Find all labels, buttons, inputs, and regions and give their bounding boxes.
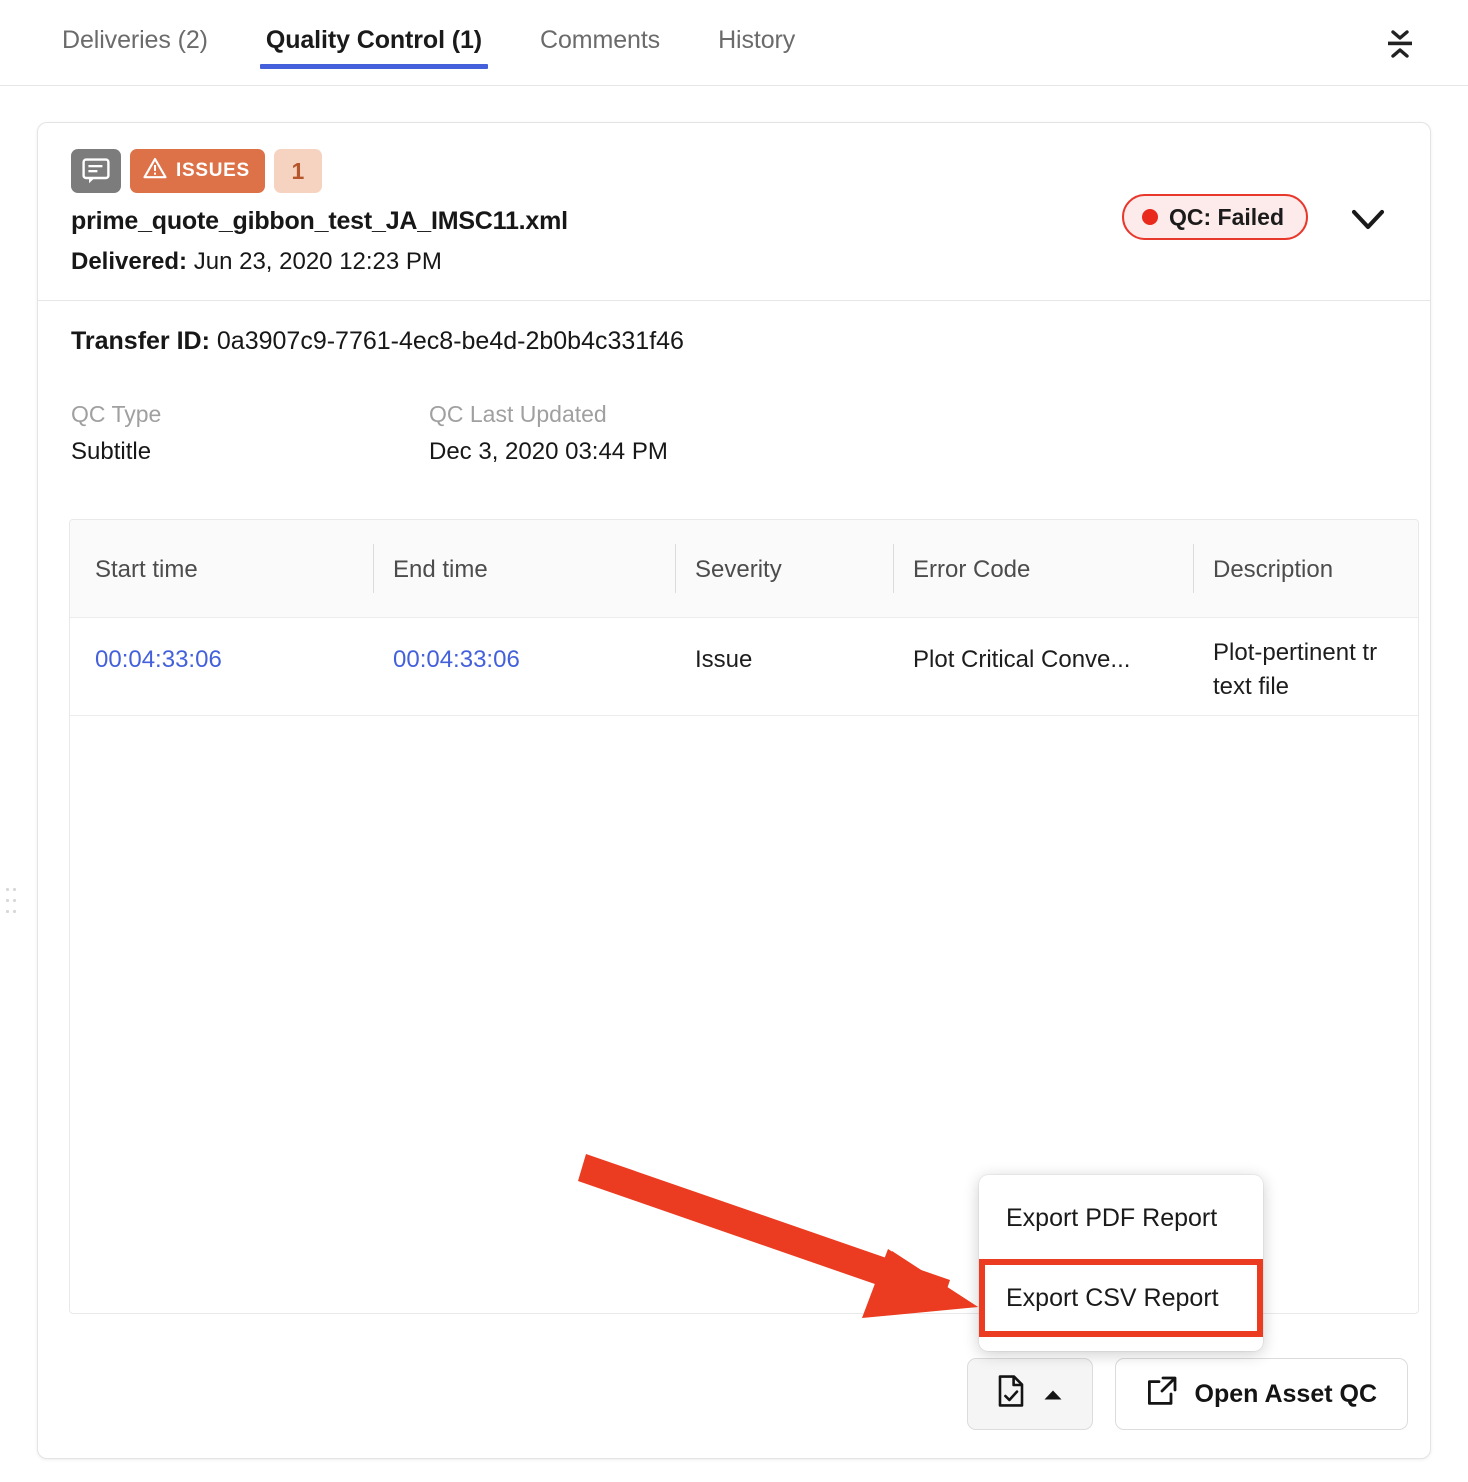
caret-up-icon — [1042, 1380, 1064, 1409]
menu-item-export-csv-label: Export CSV Report — [1006, 1283, 1219, 1312]
column-divider — [675, 544, 676, 593]
status-badge-issues-label: ISSUES — [176, 160, 250, 181]
tab-bar: Deliveries (2) Quality Control (1) Comme… — [0, 0, 1468, 86]
cell-severity: Issue — [695, 646, 753, 673]
drag-dot — [13, 899, 16, 902]
column-header-description[interactable]: Description — [1213, 556, 1333, 584]
drag-dot — [6, 899, 9, 902]
column-header-start-time[interactable]: Start time — [95, 556, 198, 584]
column-divider — [373, 544, 374, 593]
export-report-button[interactable] — [966, 1358, 1093, 1430]
qc-result-card: ISSUES 1 prime_quote_gibbon_test_JA_IMSC… — [37, 122, 1431, 1459]
column-divider — [893, 544, 894, 593]
warning-triangle-icon — [143, 157, 167, 185]
open-asset-qc-button[interactable]: Open Asset QC — [1114, 1358, 1408, 1430]
tab-list: Deliveries (2) Quality Control (1) Comme… — [62, 0, 853, 86]
drag-dot — [6, 888, 9, 891]
tab-deliveries-label: Deliveries (2) — [62, 26, 208, 54]
cell-start-time[interactable]: 00:04:33:06 — [95, 646, 222, 674]
transfer-id: Transfer ID: 0a3907c9-7761-4ec8-be4d-2b0… — [71, 327, 684, 356]
table-header-row: Start time End time Severity Error Code … — [70, 520, 1418, 618]
qc-panel-root: Deliveries (2) Quality Control (1) Comme… — [0, 0, 1468, 1482]
qc-status-label: QC: Failed — [1168, 203, 1284, 230]
issues-count-badge: 1 — [273, 149, 322, 193]
menu-item-export-pdf[interactable]: Export PDF Report — [979, 1189, 1263, 1247]
tab-comments[interactable]: Comments — [540, 0, 660, 86]
drag-dot — [13, 888, 16, 891]
tab-history-label: History — [718, 26, 796, 54]
qc-status-badge: QC: Failed — [1121, 194, 1308, 240]
badge-row: ISSUES 1 — [71, 149, 322, 193]
qc-last-updated-field: QC Last Updated Dec 3, 2020 03:44 PM — [429, 401, 668, 466]
drag-dot — [6, 910, 9, 913]
transfer-id-label: Transfer ID: — [71, 327, 210, 355]
export-dropdown-menu: Export PDF Report Export CSV Report — [979, 1175, 1263, 1351]
delivered-info: Delivered: Jun 23, 2020 12:23 PM — [71, 248, 442, 276]
cell-error-code: Plot Critical Conve... — [913, 646, 1131, 673]
column-divider — [1193, 544, 1194, 593]
tab-history[interactable]: History — [718, 0, 795, 86]
collapse-expand-icon[interactable] — [1380, 26, 1420, 62]
status-badge-issues: ISSUES — [130, 149, 265, 193]
column-header-error-code[interactable]: Error Code — [913, 556, 1030, 584]
column-header-end-time[interactable]: End time — [393, 556, 488, 584]
transfer-id-value: 0a3907c9-7761-4ec8-be4d-2b0b4c331f46 — [216, 327, 684, 355]
comment-icon[interactable] — [71, 149, 121, 193]
cell-description: Plot-pertinent tr text file — [1213, 639, 1378, 701]
tab-comments-label: Comments — [540, 26, 661, 54]
card-footer-buttons: Open Asset QC — [966, 1358, 1408, 1430]
qc-type-value: Subtitle — [71, 438, 152, 465]
tab-deliveries[interactable]: Deliveries (2) — [62, 0, 208, 86]
tab-quality-control-label: Quality Control (1) — [265, 26, 483, 54]
drag-dot — [13, 910, 16, 913]
external-link-icon — [1146, 1375, 1178, 1414]
issues-count-value: 1 — [291, 157, 305, 184]
qc-type-field: QC Type Subtitle — [71, 401, 161, 466]
panel-resize-handle[interactable] — [6, 888, 16, 922]
qc-card-header: ISSUES 1 prime_quote_gibbon_test_JA_IMSC… — [38, 123, 1430, 301]
open-asset-qc-label: Open Asset QC — [1194, 1379, 1377, 1408]
tab-quality-control[interactable]: Quality Control (1) — [259, 0, 489, 86]
table-row[interactable]: 00:04:33:06 00:04:33:06 Issue Plot Criti… — [70, 618, 1418, 716]
qc-type-label: QC Type — [71, 401, 162, 427]
qc-last-updated-label: QC Last Updated — [429, 401, 607, 427]
chevron-down-icon[interactable] — [1346, 199, 1390, 239]
delivered-label: Delivered: — [71, 248, 188, 275]
column-header-severity[interactable]: Severity — [695, 556, 782, 584]
file-check-icon — [996, 1374, 1026, 1415]
qc-last-updated-value: Dec 3, 2020 03:44 PM — [429, 438, 668, 465]
menu-item-export-csv[interactable]: Export CSV Report — [979, 1259, 1263, 1337]
file-name: prime_quote_gibbon_test_JA_IMSC11.xml — [71, 207, 568, 235]
delivered-value: Jun 23, 2020 12:23 PM — [193, 248, 442, 275]
cell-end-time[interactable]: 00:04:33:06 — [393, 646, 520, 674]
menu-item-export-pdf-label: Export PDF Report — [1006, 1203, 1218, 1232]
status-dot-icon — [1141, 209, 1158, 225]
